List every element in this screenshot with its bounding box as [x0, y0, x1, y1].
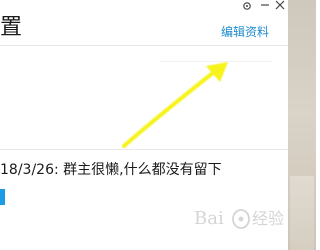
content-divider — [0, 149, 288, 150]
edit-profile-link[interactable]: 编辑资料 — [221, 24, 269, 40]
group-announcement: 18/3/26: 群主很懒,什么都没有留下 — [0, 160, 222, 180]
close-icon[interactable] — [273, 0, 287, 14]
group-settings-panel: 置 编辑资料 18/3/26: 群主很懒,什么都没有留下 — [0, 0, 288, 250]
announcement-text: 群主很懒,什么都没有留下 — [63, 162, 222, 178]
panel-title: 置 — [0, 15, 23, 40]
desktop-backdrop — [288, 0, 316, 250]
settings-icon[interactable] — [240, 0, 254, 14]
section-divider — [160, 61, 272, 62]
announcement-date: 18/3/26: — [0, 162, 59, 178]
minimize-icon[interactable] — [259, 0, 273, 14]
header-divider — [0, 45, 288, 46]
blue-marker — [0, 189, 5, 205]
